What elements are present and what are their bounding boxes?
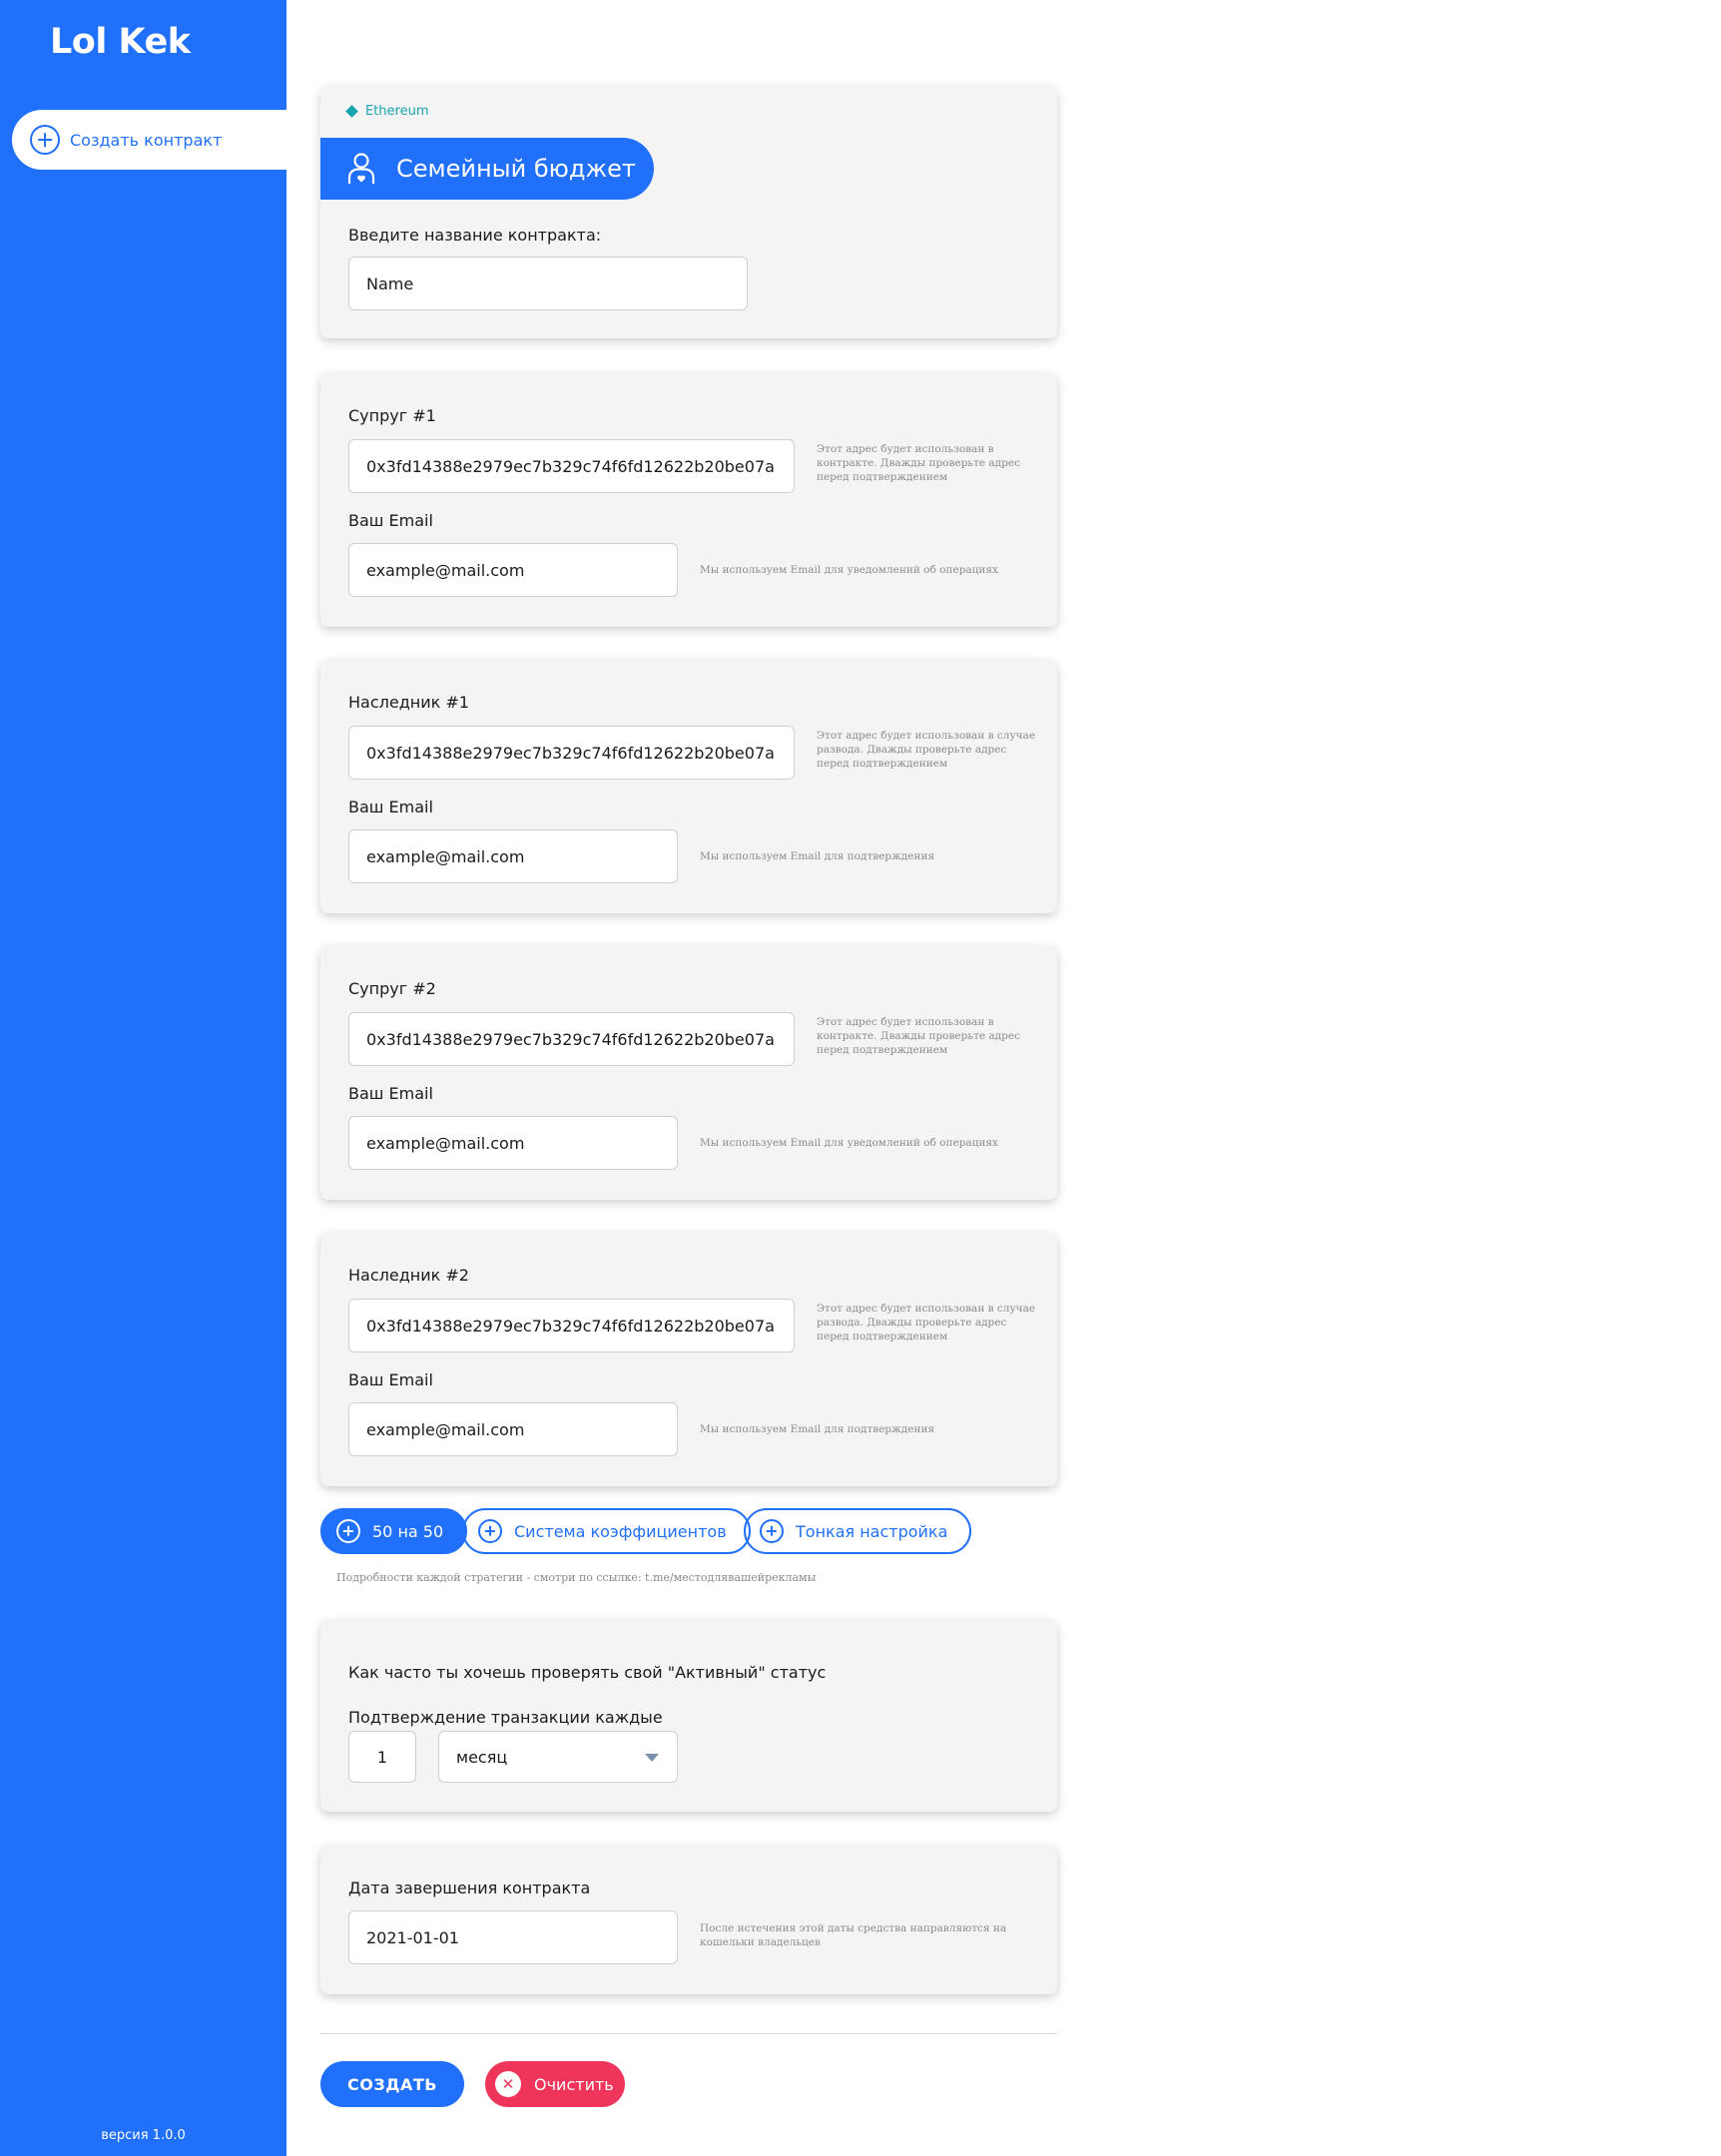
contract-type-title: Семейный бюджет [320, 138, 654, 200]
contract-header-card: Ethereum Семейный бюджет Введите названи… [320, 86, 1057, 338]
wallet-address-input[interactable]: 0x3fd14388e2979ec7b329c74f6fd12622b20be0… [348, 726, 795, 780]
email-label: Ваш Email [348, 798, 433, 816]
participant-label: Наследник #1 [348, 693, 469, 712]
strategy-fine-tuning-button[interactable]: Тонкая настройка [744, 1508, 972, 1554]
contract-type-label: Семейный бюджет [396, 155, 636, 183]
wallet-address-input[interactable]: 0x3fd14388e2979ec7b329c74f6fd12622b20be0… [348, 439, 795, 493]
strategy-50-50-button[interactable]: 50 на 50 [320, 1508, 468, 1554]
participant-card-heir-2: Наследник #2 0x3fd14388e2979ec7b329c74f6… [320, 1233, 1057, 1486]
activity-check-card: Как часто ты хочешь проверять свой "Акти… [320, 1620, 1057, 1812]
frequency-count-input[interactable]: 1 [348, 1731, 416, 1783]
email-label: Ваш Email [348, 511, 433, 530]
close-circle-icon: ✕ [495, 2071, 521, 2097]
end-date-hint: После истечения этой даты средства напра… [700, 1922, 1007, 1948]
participant-label: Наследник #2 [348, 1266, 469, 1285]
plus-circle-icon [478, 1519, 502, 1543]
activity-frequency-label: Подтверждение транзакции каждые [348, 1708, 663, 1727]
participant-card-spouse-2: Супруг #2 0x3fd14388e2979ec7b329c74f6fd1… [320, 946, 1057, 1200]
email-hint: Мы используем Email для подтверждения [700, 850, 935, 862]
activity-question: Как часто ты хочешь проверять свой "Акти… [348, 1663, 827, 1682]
end-date-card: Дата завершения контракта 2021-01-01 Пос… [320, 1846, 1057, 1994]
strategy-label: Система коэффициентов [514, 1521, 727, 1541]
email-label: Ваш Email [348, 1084, 433, 1103]
strategy-label: Тонкая настройка [796, 1521, 948, 1541]
app-version: версия 1.0.0 [101, 2128, 186, 2143]
email-input[interactable]: example@mail.com [348, 829, 678, 883]
participant-card-heir-1: Наследник #1 0x3fd14388e2979ec7b329c74f6… [320, 660, 1057, 913]
contract-name-label: Введите название контракта: [348, 226, 602, 245]
email-label: Ваш Email [348, 1370, 433, 1389]
sidebar: Lol Kek Создать контракт версия 1.0.0 [0, 0, 287, 2156]
clear-label: Очистить [534, 2074, 614, 2094]
end-date-label: Дата завершения контракта [348, 1879, 591, 1897]
frequency-period-select[interactable]: месяц [438, 1731, 678, 1783]
wallet-address-input[interactable]: 0x3fd14388e2979ec7b329c74f6fd12622b20be0… [348, 1012, 795, 1066]
app-logo: Lol Kek [50, 22, 191, 62]
create-contract-nav-item[interactable]: Создать контракт [12, 110, 287, 170]
network-label: Ethereum [365, 104, 429, 119]
address-hint: Этот адрес будет использован в контракте… [817, 1016, 1020, 1056]
email-hint: Мы используем Email для уведомлений об о… [700, 1137, 998, 1149]
wallet-address-input[interactable]: 0x3fd14388e2979ec7b329c74f6fd12622b20be0… [348, 1299, 795, 1352]
email-input[interactable]: example@mail.com [348, 1402, 678, 1456]
address-hint: Этот адрес будет использован в случае ра… [817, 730, 1036, 770]
participant-label: Супруг #1 [348, 406, 436, 425]
contract-name-input[interactable]: Name [348, 257, 748, 310]
plus-circle-icon [30, 125, 60, 155]
address-hint: Этот адрес будет использован в случае ра… [817, 1303, 1036, 1343]
create-button[interactable]: СОЗДАТЬ [320, 2061, 464, 2107]
frequency-period-value: месяц [456, 1747, 508, 1767]
plus-circle-icon [336, 1519, 360, 1543]
network-badge: Ethereum [345, 104, 429, 119]
strategy-label: 50 на 50 [372, 1521, 444, 1541]
participant-card-spouse-1: Супруг #1 0x3fd14388e2979ec7b329c74f6fd1… [320, 373, 1057, 627]
clear-button[interactable]: ✕ Очистить [485, 2061, 625, 2107]
email-input[interactable]: example@mail.com [348, 543, 678, 597]
email-input[interactable]: example@mail.com [348, 1116, 678, 1170]
email-hint: Мы используем Email для уведомлений об о… [700, 564, 998, 576]
participant-label: Супруг #2 [348, 979, 436, 998]
address-hint: Этот адрес будет использован в контракте… [817, 443, 1020, 483]
strategy-note: Подробности каждой стратегии - смотри по… [336, 1571, 817, 1584]
family-user-icon [347, 153, 375, 184]
plus-circle-icon [760, 1519, 784, 1543]
strategy-coefficients-button[interactable]: Система коэффициентов [462, 1508, 751, 1554]
caret-down-icon [645, 1754, 659, 1762]
end-date-input[interactable]: 2021-01-01 [348, 1910, 678, 1964]
create-contract-label: Создать контракт [70, 130, 223, 150]
actions-divider [320, 2033, 1057, 2034]
email-hint: Мы используем Email для подтверждения [700, 1423, 935, 1435]
ethereum-diamond-icon [345, 105, 358, 118]
